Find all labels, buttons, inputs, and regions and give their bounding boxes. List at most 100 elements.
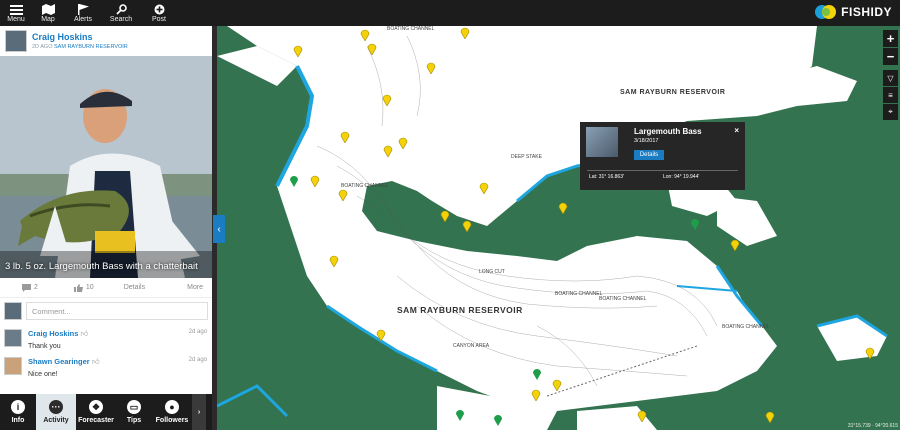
map-view[interactable]: SAM RAYBURN RESERVOIR SAM RAYBURN RESERV… <box>217 26 900 430</box>
catch-pin[interactable] <box>329 254 339 267</box>
spot-pin[interactable] <box>690 217 700 230</box>
post-button[interactable]: Post <box>140 0 178 26</box>
alerts-button[interactable]: Alerts <box>64 0 102 26</box>
current-user-avatar <box>4 302 22 320</box>
author-name[interactable]: Craig Hoskins <box>32 32 128 42</box>
popup-title: Largemouth Bass <box>634 127 702 136</box>
commenter-name[interactable]: Shawn Gearinger 👍︎ <box>28 352 212 367</box>
menu-button[interactable]: Menu <box>0 0 32 26</box>
comment-time: 2d ago <box>188 357 207 363</box>
post-location[interactable]: SAM RAYBURN RESERVOIR <box>54 44 128 50</box>
map-label-reservoir-top: SAM RAYBURN RESERVOIR <box>620 89 726 96</box>
more-label: More <box>187 284 204 291</box>
tabs-scroll-button[interactable]: › <box>192 394 206 430</box>
spot-pin[interactable] <box>289 174 299 187</box>
tab-tips[interactable]: ▭ Tips <box>116 394 152 430</box>
commenter-name-text[interactable]: Shawn Gearinger <box>28 357 90 366</box>
comment-item: Shawn Gearinger 👍︎ Nice one! 2d ago <box>0 352 212 380</box>
crosshair-icon: ⌖ <box>888 107 893 116</box>
commenter-avatar[interactable] <box>4 357 22 375</box>
catch-pin[interactable] <box>383 144 393 157</box>
catch-photo[interactable]: 3 lb. 5 oz. Largemouth Bass with a chatt… <box>0 56 212 278</box>
catch-pin[interactable] <box>531 388 541 401</box>
post-meta: 2D AGO SAM RAYBURN RESERVOIR <box>32 44 128 50</box>
tab-followers[interactable]: ● Followers <box>152 394 192 430</box>
chevron-left-icon: ‹ <box>217 223 221 235</box>
thumbs-up-icon[interactable]: 👍︎ <box>92 357 100 366</box>
like-action[interactable]: 10 <box>73 283 94 292</box>
spot-pin[interactable] <box>493 413 503 426</box>
catch-pin[interactable] <box>293 44 303 57</box>
catch-pin[interactable] <box>462 219 472 232</box>
comment-text: Nice one! <box>28 371 58 378</box>
popup-longitude: Lon: 94° 19.944' <box>663 174 700 180</box>
commenter-avatar[interactable] <box>4 329 22 347</box>
top-toolbar: Menu Map Alerts Search Post FISHIDY <box>0 0 900 26</box>
search-icon <box>115 3 127 15</box>
catch-pin[interactable] <box>376 328 386 341</box>
catch-pin[interactable] <box>479 181 489 194</box>
catch-pin[interactable] <box>637 409 647 422</box>
popup-close-icon[interactable]: × <box>734 126 739 135</box>
catch-pin[interactable] <box>552 378 562 391</box>
zoom-in-button[interactable]: + <box>883 30 898 47</box>
fishidy-logo-icon <box>815 5 837 19</box>
comments-action[interactable]: 2 <box>22 283 38 292</box>
filter-button[interactable]: ▽ <box>883 70 898 86</box>
catch-popup: Largemouth Bass 3/18/2017 Details × Lat:… <box>580 122 745 190</box>
catch-pin[interactable] <box>310 174 320 187</box>
tab-activity[interactable]: ··· Activity <box>36 394 76 430</box>
popup-divider <box>587 170 738 171</box>
catch-pin[interactable] <box>360 28 370 41</box>
post-header: Craig Hoskins 2D AGO SAM RAYBURN RESERVO… <box>0 26 212 56</box>
catch-pin[interactable] <box>340 130 350 143</box>
catch-pin[interactable] <box>367 42 377 55</box>
thumbs-up-icon[interactable]: 👍︎ <box>81 329 89 338</box>
author-avatar[interactable] <box>5 30 27 52</box>
hamburger-icon <box>9 4 23 15</box>
post-label: Post <box>151 15 166 23</box>
map-label-boating-channel-1: BOATING CHANNEL <box>341 183 389 189</box>
commenter-name-text[interactable]: Craig Hoskins <box>28 329 78 338</box>
map-label-long-cut: LONG CUT <box>479 269 505 275</box>
more-link[interactable]: More <box>187 284 203 291</box>
chevron-right-icon: › <box>197 408 201 416</box>
catch-pin[interactable] <box>765 410 775 423</box>
collapse-panel-button[interactable]: ‹ <box>213 215 225 243</box>
alerts-label: Alerts <box>74 15 92 23</box>
catch-pin[interactable] <box>440 209 450 222</box>
catch-pin[interactable] <box>382 93 392 106</box>
catch-pin[interactable] <box>865 346 875 359</box>
tab-tips-label: Tips <box>126 417 142 424</box>
thumbs-up-icon <box>73 283 83 292</box>
tab-info[interactable]: i Info <box>0 394 36 430</box>
layers-icon: ≡ <box>888 90 893 100</box>
map-button[interactable]: Map <box>32 0 64 26</box>
zoom-out-button[interactable]: − <box>883 48 898 65</box>
catch-pin[interactable] <box>730 238 740 251</box>
catch-pin[interactable] <box>460 26 470 39</box>
comment-input[interactable]: Comment... <box>26 302 208 320</box>
popup-thumbnail[interactable] <box>586 127 618 157</box>
catch-pin[interactable] <box>426 61 436 74</box>
angler-photo <box>0 56 212 278</box>
map-label-reservoir-main: SAM RAYBURN RESERVOIR <box>397 305 523 315</box>
speech-bubble-icon <box>22 283 31 292</box>
fishidy-logo[interactable]: FISHIDY <box>815 3 892 21</box>
catch-pin[interactable] <box>558 201 568 214</box>
details-link[interactable]: Details <box>124 284 145 291</box>
catch-pin[interactable] <box>398 136 408 149</box>
spot-pin[interactable] <box>455 408 465 421</box>
map-label-canyon-area: CANYON AREA <box>453 343 490 349</box>
layers-button[interactable]: ≡ <box>883 87 898 103</box>
commenter-name[interactable]: Craig Hoskins 👍︎ <box>28 324 212 339</box>
tab-forecaster[interactable]: ❖ Forecaster <box>76 394 116 430</box>
catch-pin[interactable] <box>338 188 348 201</box>
popup-details-button[interactable]: Details <box>634 150 664 160</box>
fish-icon: ❖ <box>89 400 103 414</box>
spot-pin[interactable] <box>532 367 542 380</box>
tab-forecaster-label: Forecaster <box>78 417 114 424</box>
search-button[interactable]: Search <box>102 0 140 26</box>
locate-button[interactable]: ⌖ <box>883 104 898 120</box>
info-icon: i <box>11 400 25 414</box>
